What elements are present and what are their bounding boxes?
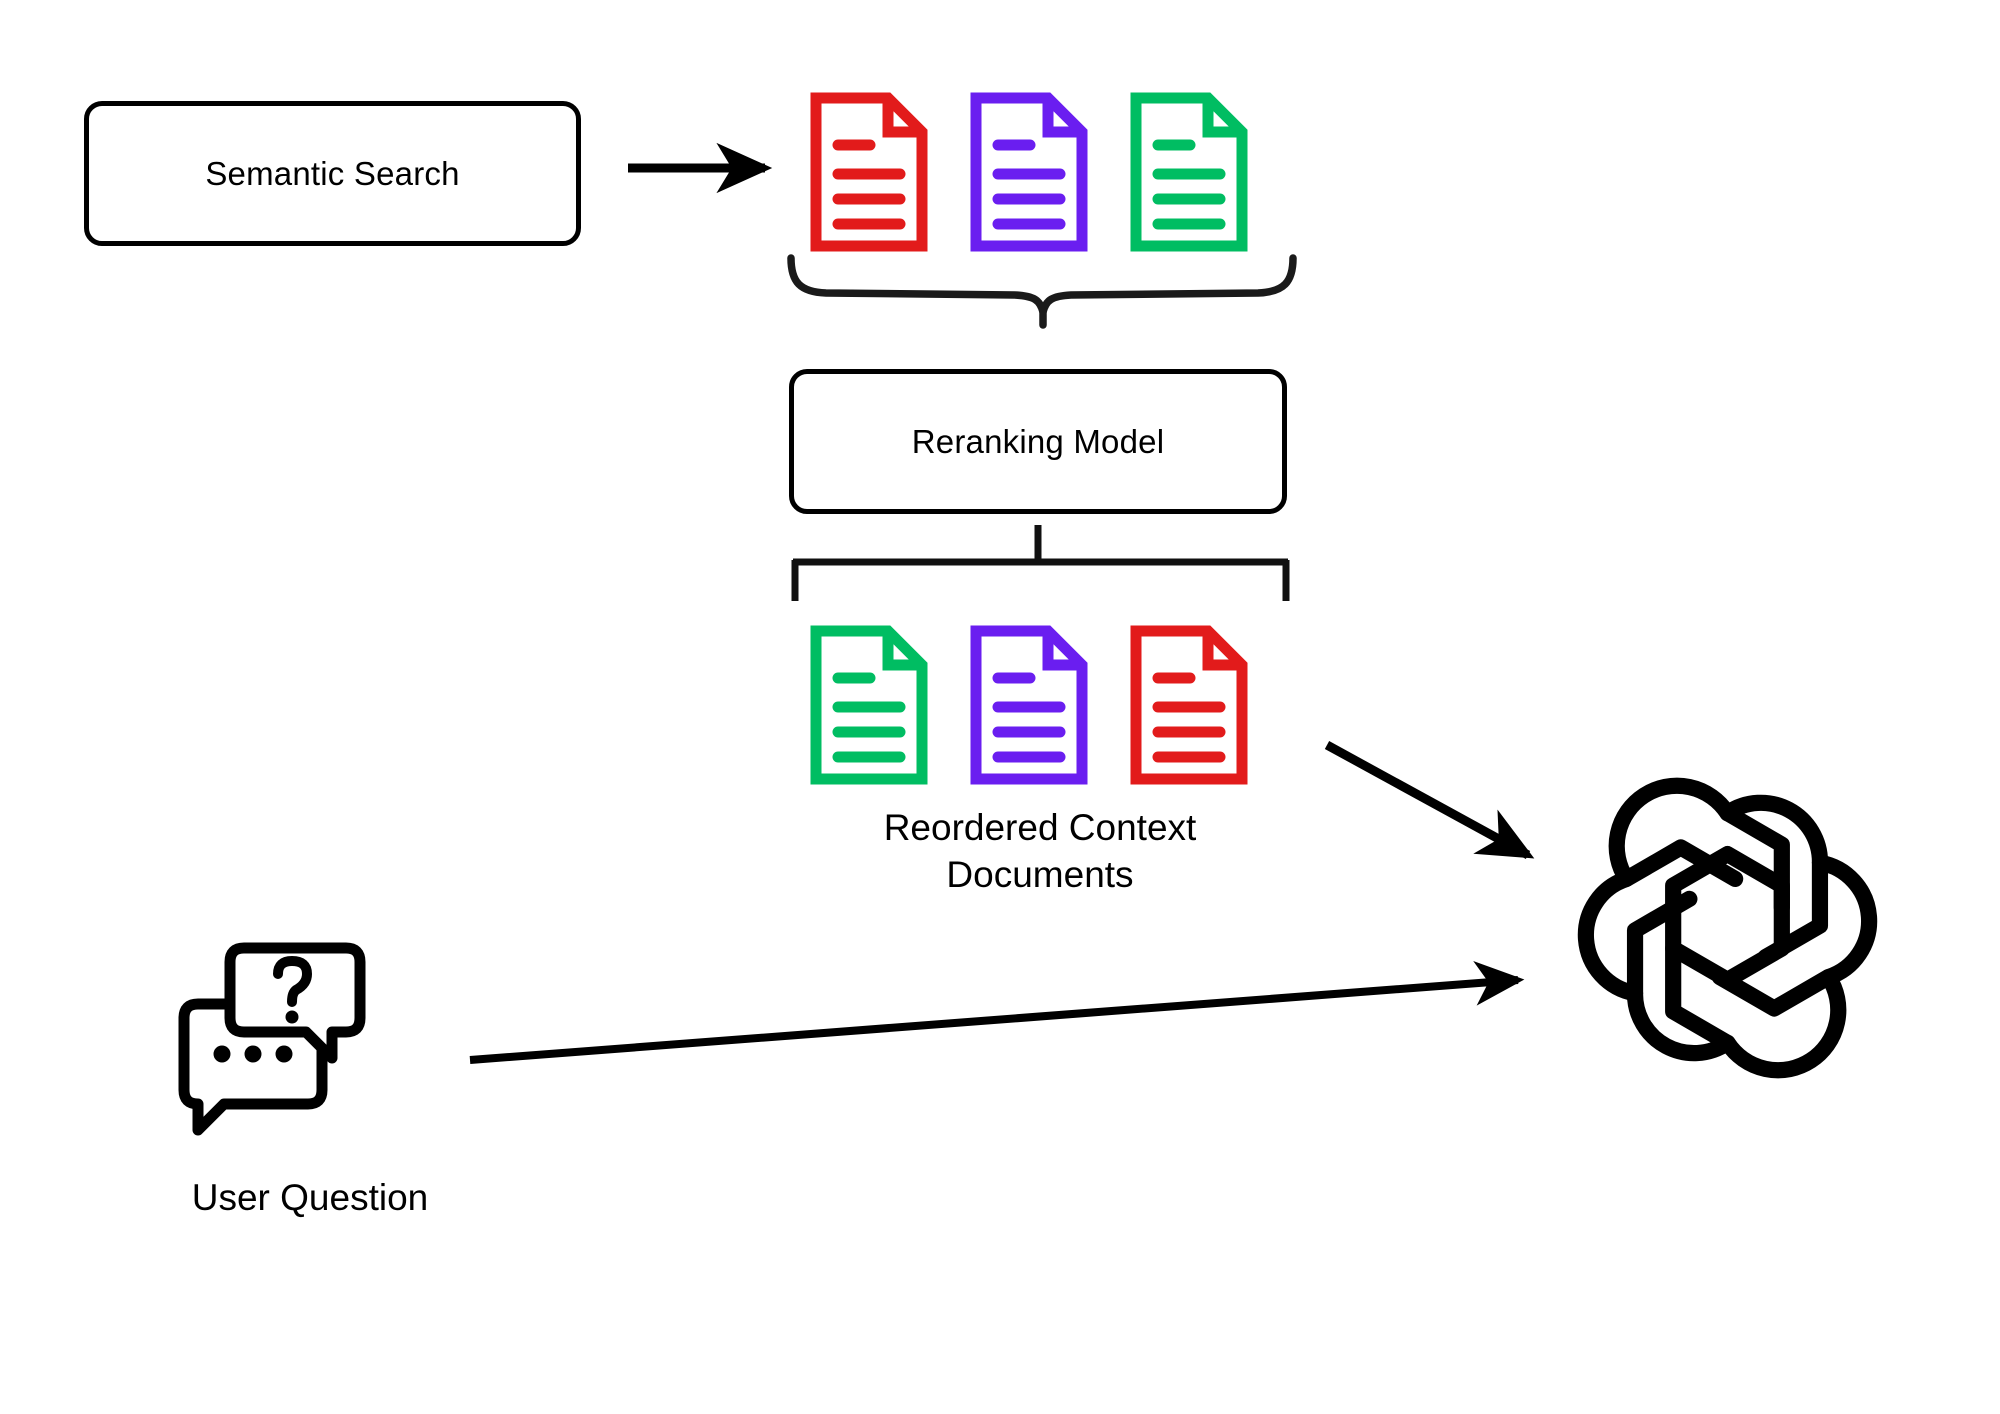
openai-logo-icon[interactable] — [1575, 775, 1880, 1080]
diagram-canvas: Semantic Search Reranking Model Reordere… — [0, 0, 2000, 1414]
document-icon-red[interactable] — [1130, 625, 1248, 785]
document-icon-purple[interactable] — [970, 625, 1088, 785]
chat-bubbles-question-icon[interactable] — [160, 940, 380, 1140]
semantic-search-label: Semantic Search — [205, 154, 460, 192]
document-icon-green[interactable] — [810, 625, 928, 785]
semantic-search-node[interactable]: Semantic Search — [84, 101, 581, 246]
reordered-documents-caption: Reordered Context Documents — [883, 807, 1197, 895]
document-icon-purple[interactable] — [970, 92, 1088, 252]
user-question-caption: User Question — [191, 1177, 429, 1218]
reranking-model-label: Reranking Model — [911, 422, 1165, 460]
reranking-model-node[interactable]: Reranking Model — [789, 369, 1287, 514]
reordered-documents-group — [810, 625, 1248, 785]
curly-brace-down-icon — [787, 254, 1297, 329]
square-bracket-down-icon — [791, 525, 1290, 601]
document-icon-red[interactable] — [810, 92, 928, 252]
arrow-question-to-llm — [469, 960, 1525, 1064]
arrow-reordered-to-llm — [1324, 741, 1535, 859]
retrieved-documents-group — [810, 92, 1248, 252]
document-icon-green[interactable] — [1130, 92, 1248, 252]
